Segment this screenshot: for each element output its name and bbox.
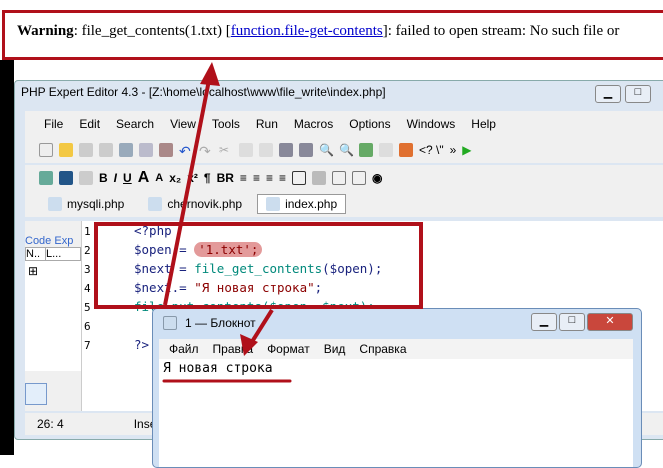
arrow-to-notepad [248, 308, 274, 347]
arrow-to-warning [163, 74, 212, 306]
annotations [94, 62, 423, 383]
code-highlight-box [94, 222, 423, 309]
arrowhead [200, 62, 220, 86]
